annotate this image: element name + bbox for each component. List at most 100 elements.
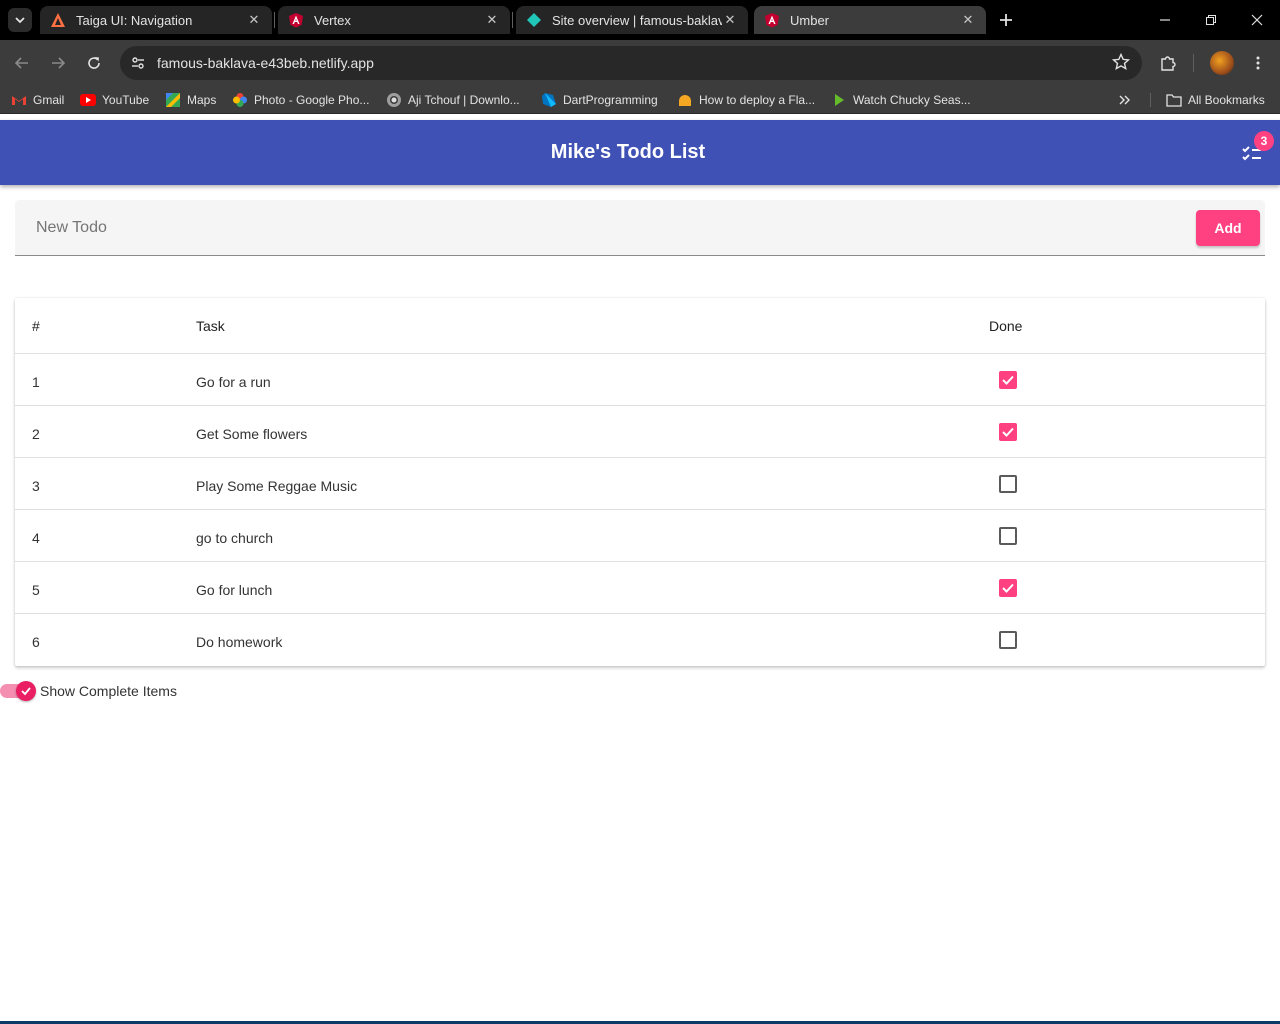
done-checkbox[interactable] [999, 527, 1017, 545]
todo-table: # Task Done 1 Go for a run 2 Get Some fl… [15, 298, 1265, 666]
tab-vertex[interactable]: Vertex ✕ [278, 6, 510, 34]
plus-icon [1000, 14, 1012, 26]
table-row: 3 Play Some Reggae Music [15, 458, 1265, 510]
done-checkbox[interactable] [999, 371, 1017, 389]
angular-icon [288, 12, 304, 28]
table-row: 5 Go for lunch [15, 562, 1265, 614]
bookmark-chucky[interactable]: Watch Chucky Seas... [831, 91, 971, 109]
column-header-task: Task [196, 318, 225, 334]
double-chevron-right-icon [1119, 95, 1130, 105]
bookmarks-divider [1150, 93, 1151, 107]
bookmark-youtube[interactable]: YouTube [80, 91, 149, 109]
bookmark-star-icon[interactable] [1111, 52, 1131, 76]
cloud-icon [677, 92, 693, 108]
photos-icon [232, 92, 248, 108]
bookmark-aji-tchouf[interactable]: Aji Tchouf | Downlo... [386, 91, 520, 109]
show-complete-label: Show Complete Items [40, 683, 177, 699]
all-bookmarks-button[interactable]: All Bookmarks [1166, 91, 1265, 109]
tab-taiga[interactable]: Taiga UI: Navigation ✕ [40, 6, 272, 34]
done-checkbox[interactable] [999, 631, 1017, 649]
bookmark-maps[interactable]: Maps [165, 91, 216, 109]
close-icon [1251, 14, 1263, 26]
more-vert-icon [1256, 56, 1260, 70]
dart-icon [541, 92, 557, 108]
bookmark-label: Watch Chucky Seas... [853, 93, 971, 107]
column-header-number: # [32, 318, 40, 334]
bookmark-dartprogramming[interactable]: DartProgramming [541, 91, 658, 109]
profile-button[interactable] [1207, 48, 1237, 78]
bookmark-deploy-flask[interactable]: How to deploy a Fla... [677, 91, 815, 109]
bookmark-photos[interactable]: Photo - Google Pho... [232, 91, 369, 109]
bookmark-label: How to deploy a Fla... [699, 93, 816, 107]
angular-icon [764, 12, 780, 28]
new-todo-input[interactable] [15, 200, 1185, 255]
toolbar-divider [1193, 54, 1194, 72]
add-button[interactable]: Add [1196, 210, 1260, 246]
table-row: 1 Go for a run [15, 354, 1265, 406]
tab-separator [274, 12, 275, 28]
row-number: 6 [32, 634, 40, 650]
reload-button[interactable] [79, 48, 109, 78]
toggle-thumb [16, 681, 36, 701]
bookmark-label: Gmail [33, 93, 65, 107]
close-window-button[interactable] [1234, 0, 1280, 40]
done-checkbox[interactable] [999, 475, 1017, 493]
tab-umber[interactable]: Umber ✕ [754, 6, 986, 34]
done-checkbox[interactable] [999, 423, 1017, 441]
tab-title: Taiga UI: Navigation [76, 12, 193, 28]
show-complete-toggle[interactable] [0, 681, 40, 701]
forward-button[interactable] [43, 48, 73, 78]
address-bar[interactable]: famous-baklava-e43beb.netlify.app [120, 46, 1142, 80]
row-task: Go for lunch [196, 582, 273, 598]
bookmark-label: Maps [187, 93, 217, 107]
tab-separator [512, 12, 513, 28]
bookmark-label: Photo - Google Pho... [254, 93, 370, 107]
new-todo-field [15, 200, 1265, 256]
bookmarks-overflow-button[interactable] [1118, 91, 1132, 109]
table-header-row: # Task Done [15, 298, 1265, 354]
gmail-icon [11, 92, 27, 108]
close-icon[interactable]: ✕ [960, 12, 976, 28]
bookmark-gmail[interactable]: Gmail [11, 91, 64, 109]
bookmark-label: DartProgramming [563, 93, 658, 107]
bookmarks-bar: Gmail YouTube Maps Photo - Google Pho...… [0, 86, 1280, 114]
todo-count-badge: 3 [1254, 131, 1274, 151]
globe-icon [386, 92, 402, 108]
tab-search-button[interactable] [8, 8, 32, 32]
play-icon [831, 92, 847, 108]
arrow-right-icon [52, 57, 66, 69]
minimize-icon [1160, 19, 1170, 21]
page-title: Mike's Todo List [550, 141, 706, 163]
restore-button[interactable] [1188, 0, 1234, 40]
row-task: Do homework [196, 634, 283, 650]
minimize-button[interactable] [1142, 0, 1188, 40]
check-icon [1002, 427, 1014, 437]
tab-title: Vertex [314, 12, 351, 28]
back-button[interactable] [7, 48, 37, 78]
browser-menu-button[interactable] [1243, 48, 1273, 78]
table-row: 6 Do homework [15, 614, 1265, 666]
all-bookmarks-label: All Bookmarks [1188, 93, 1265, 107]
bookmark-label: YouTube [102, 93, 150, 107]
table-row: 4 go to church [15, 510, 1265, 562]
folder-icon [1166, 92, 1182, 108]
site-settings-icon[interactable] [128, 53, 148, 73]
row-task: Go for a run [196, 374, 271, 390]
netlify-icon [526, 12, 542, 28]
table-row: 2 Get Some flowers [15, 406, 1265, 458]
youtube-icon [80, 92, 96, 108]
row-task: go to church [196, 530, 274, 546]
arrow-left-icon [14, 57, 28, 69]
close-icon[interactable]: ✕ [722, 12, 738, 28]
close-icon[interactable]: ✕ [246, 12, 262, 28]
extensions-button[interactable] [1153, 48, 1183, 78]
done-checkbox[interactable] [999, 579, 1017, 597]
tab-site-overview[interactable]: Site overview | famous-baklava ✕ [516, 6, 748, 34]
new-tab-button[interactable] [994, 8, 1018, 32]
row-number: 2 [32, 426, 40, 442]
reload-icon [88, 57, 100, 69]
row-task: Get Some flowers [196, 426, 308, 442]
browser-toolbar: famous-baklava-e43beb.netlify.app [0, 40, 1280, 86]
puzzle-icon [1161, 56, 1176, 71]
close-icon[interactable]: ✕ [484, 12, 500, 28]
